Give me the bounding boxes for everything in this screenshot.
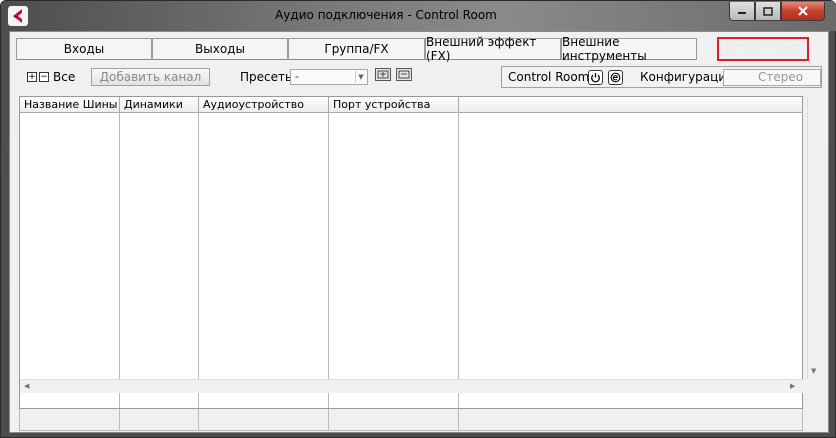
table-header: Название Шины Динамики Аудиоустройство П…: [20, 97, 802, 113]
client-area: Входы Выходы Группа/FX Внешний эффект (F…: [9, 31, 829, 433]
tab-group-fx[interactable]: Группа/FX: [288, 38, 425, 60]
tab-label: Внешний эффект (FX): [426, 35, 537, 63]
app-window: Аудио подключения - Control Room Входы В…: [0, 0, 836, 438]
tab-external-fx[interactable]: Внешний эффект (FX): [425, 35, 561, 63]
configuration-field[interactable]: Стерео: [723, 69, 821, 86]
tab-label: Выходы: [195, 42, 245, 56]
toolbar: + − Все Добавить канал Пресеты - ▼ Contr…: [10, 64, 830, 92]
control-room-group: Control Room Конфигурация Стерео: [501, 66, 822, 88]
scroll-right-icon[interactable]: ▶: [790, 382, 795, 390]
column-divider: [119, 113, 120, 408]
maximize-icon: [763, 6, 773, 16]
tab-label: Входы: [63, 42, 105, 56]
all-label: Все: [53, 70, 76, 84]
window-title: Аудио подключения - Control Room: [275, 8, 497, 22]
add-channel-button[interactable]: Добавить канал: [91, 68, 210, 86]
title-bar[interactable]: Аудио подключения - Control Room: [1, 1, 836, 31]
tab-control-room[interactable]: Control Room: [717, 37, 809, 61]
save-preset-icon[interactable]: [375, 68, 391, 81]
control-room-power-button[interactable]: [588, 70, 603, 85]
column-header-bus-name[interactable]: Название Шины: [20, 97, 120, 113]
close-icon: [798, 6, 808, 16]
tab-external-instruments[interactable]: Внешние инструменты: [561, 35, 697, 63]
e-icon: [610, 72, 621, 83]
column-header-audio-device[interactable]: Аудиоустройство: [199, 97, 329, 113]
horizontal-scrollbar[interactable]: ◀ ▶: [20, 379, 804, 393]
maximize-button[interactable]: [755, 2, 781, 21]
expand-collapse-all: + − Все: [27, 70, 75, 84]
tab-inputs[interactable]: Входы: [16, 38, 152, 60]
vertical-scrollbar[interactable]: ▼: [807, 97, 821, 379]
minimize-icon: [738, 12, 746, 14]
scroll-left-icon[interactable]: ◀: [24, 382, 29, 390]
close-button[interactable]: [781, 2, 825, 21]
column-divider: [458, 409, 459, 431]
preset-value: -: [295, 70, 299, 83]
tab-label: Control Room: [722, 42, 804, 56]
scroll-down-icon[interactable]: ▼: [811, 367, 816, 375]
column-divider: [198, 409, 199, 431]
column-header-device-port[interactable]: Порт устройства: [329, 97, 459, 113]
column-divider: [328, 113, 329, 408]
control-room-label: Control Room: [508, 70, 590, 84]
tab-label: Группа/FX: [324, 42, 389, 56]
exclusive-mode-button[interactable]: [608, 70, 623, 85]
delete-preset-icon[interactable]: [396, 68, 412, 81]
configuration-label: Конфигурация: [640, 70, 734, 84]
tab-bar: Входы Выходы Группа/FX Внешний эффект (F…: [16, 35, 822, 63]
presets-label: Пресеты: [240, 70, 295, 84]
expand-all-icon[interactable]: +: [27, 72, 37, 82]
column-divider: [458, 113, 459, 408]
minimize-button[interactable]: [729, 2, 755, 21]
column-divider: [198, 113, 199, 408]
table-footer-row: [19, 409, 803, 431]
bus-table: Название Шины Динамики Аудиоустройство П…: [19, 96, 821, 409]
collapse-all-icon[interactable]: −: [39, 72, 49, 82]
presets-select[interactable]: - ▼: [290, 69, 368, 85]
tab-outputs[interactable]: Выходы: [152, 38, 288, 60]
column-divider: [328, 409, 329, 431]
power-icon: [591, 73, 600, 83]
chevron-down-icon: ▼: [355, 71, 366, 83]
column-divider: [119, 409, 120, 431]
tab-label: Внешние инструменты: [562, 35, 647, 63]
column-header-speakers[interactable]: Динамики: [120, 97, 199, 113]
